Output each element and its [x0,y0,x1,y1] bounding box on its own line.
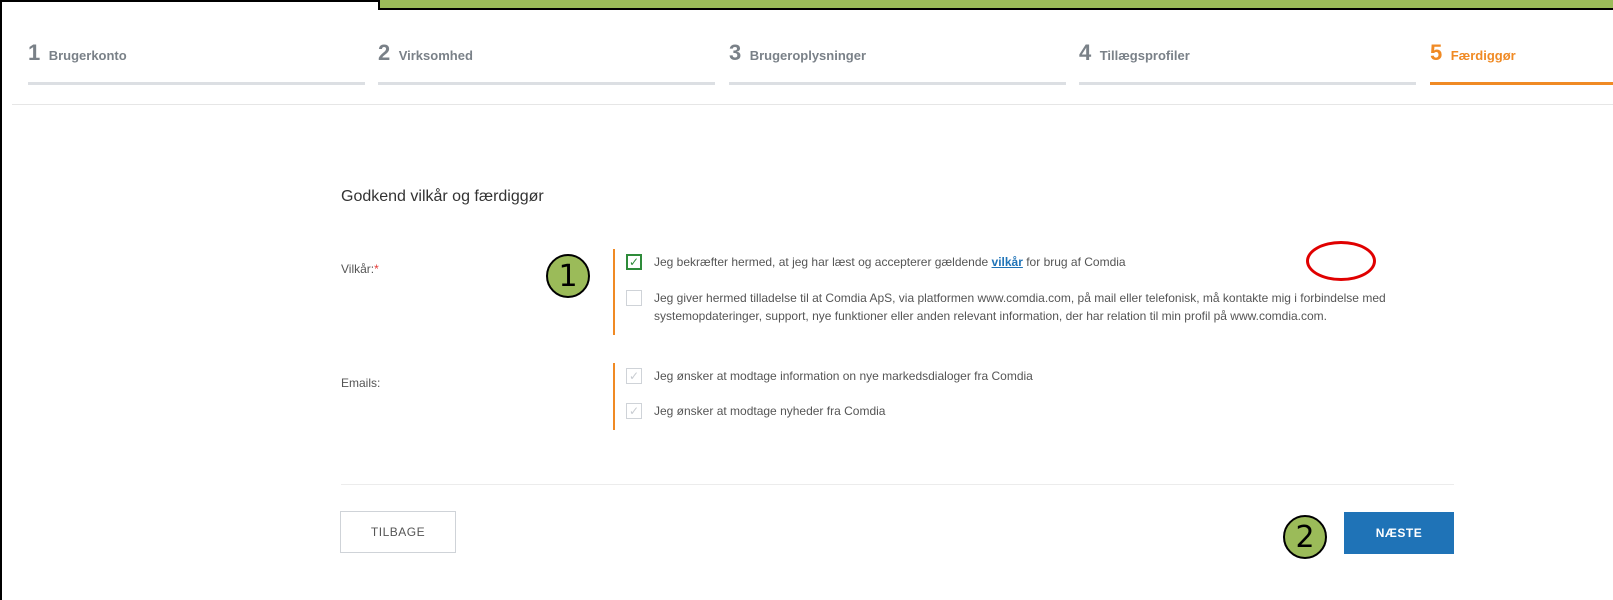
checkmark-icon: ✓ [628,404,640,418]
terms-accept-text: Jeg bekræfter hermed, at jeg har læst og… [654,255,1126,269]
step-label: Virksomhed [398,48,473,63]
step-number: 5 [1430,40,1443,65]
step-label: Færdiggør [1450,48,1516,63]
page-title: Godkend vilkår og færdiggør [341,188,544,205]
highlight-ring [1306,241,1376,281]
step-number: 1 [28,40,41,65]
next-button[interactable]: NÆSTE [1344,512,1454,554]
annotation-badge-2: 2 [1283,515,1327,559]
back-button[interactable]: TILBAGE [340,511,456,553]
emails-label: Emails: [341,376,381,390]
step-faerdiggoer[interactable]: 5 Færdiggør [1430,40,1613,90]
terms-group-bar [613,249,615,335]
step-progress-line [729,82,1066,85]
header-divider [12,104,1613,105]
email-nyheder-text: Jeg ønsker at modtage nyheder fra Comdia [654,404,886,418]
step-label: Brugerkonto [48,48,127,63]
email-markedsdialoger-text: Jeg ønsker at modtage information on nye… [654,369,1033,383]
step-label: Brugeroplysninger [749,48,866,63]
terms-label: Vilkår:* [341,262,379,276]
step-brugerkonto[interactable]: 1 Brugerkonto [28,40,365,90]
contact-permission-text: Jeg giver hermed tilladelse til at Comdi… [654,291,1386,323]
step-number: 4 [1079,40,1092,65]
footer-divider [341,484,1454,485]
annotation-badge-1: 1 [546,254,590,298]
checkmark-icon: ✓ [628,255,640,269]
required-asterisk: * [374,262,379,276]
step-progress-line [378,82,715,85]
terms-link[interactable]: vilkår [992,255,1023,269]
contact-permission-checkbox[interactable] [626,290,642,306]
terms-accept-checkbox[interactable]: ✓ [626,254,642,270]
step-progress-line [1430,82,1613,85]
email-nyheder-checkbox[interactable]: ✓ [626,403,642,419]
step-brugeroplysninger[interactable]: 3 Brugeroplysninger [729,40,1066,90]
checkmark-icon: ✓ [628,369,640,383]
step-progress-line [28,82,365,85]
step-progress-line [1079,82,1416,85]
step-virksomhed[interactable]: 2 Virksomhed [378,40,715,90]
step-number: 2 [378,40,391,65]
step-tillaegsprofiler[interactable]: 4 Tillægsprofiler [1079,40,1416,90]
step-label: Tillægsprofiler [1099,48,1190,63]
emails-group-bar [613,363,615,430]
annotation-banner [378,0,1613,10]
step-number: 3 [729,40,742,65]
email-markedsdialoger-checkbox[interactable]: ✓ [626,368,642,384]
